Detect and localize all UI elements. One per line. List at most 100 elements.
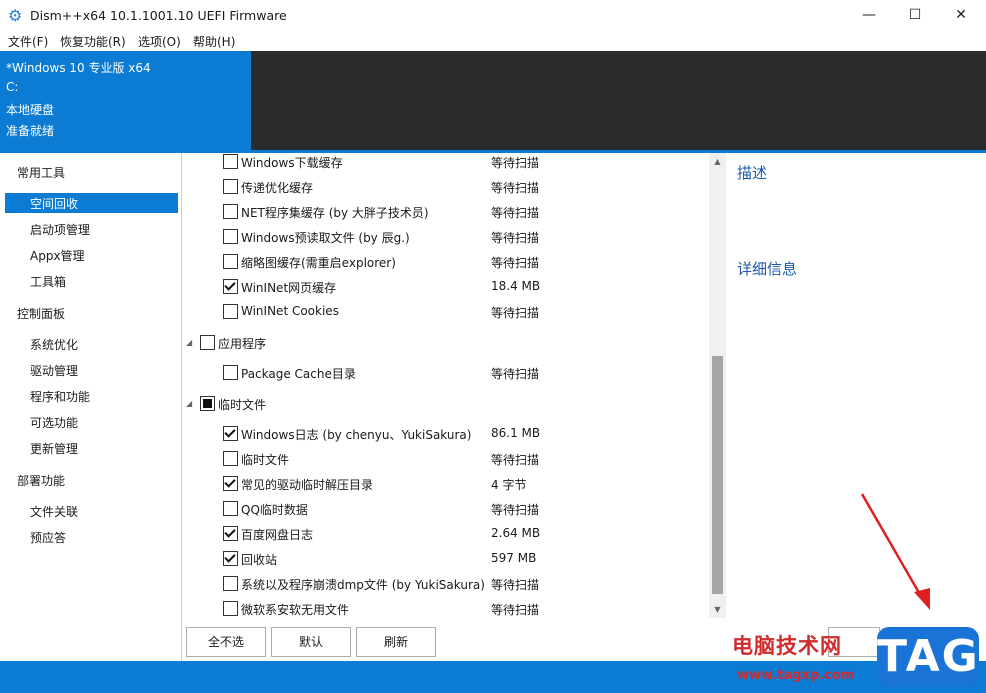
item-label: Windows预读取文件 (by 辰g.) — [241, 231, 410, 245]
item-label: 百度网盘日志 — [241, 528, 314, 542]
list-item[interactable]: WinINet网页缓存 18.4 MB — [182, 274, 709, 299]
list-item[interactable]: 回收站 597 MB — [182, 546, 709, 571]
close-button[interactable]: ✕ — [938, 0, 984, 31]
item-label: Package Cache目录 — [241, 367, 356, 381]
sidebar-section-deploy[interactable]: 部署功能 — [17, 472, 65, 489]
sidebar-item-startup[interactable]: 启动项管理 — [30, 221, 90, 238]
item-checkbox[interactable] — [223, 304, 238, 319]
sidebar-section-control-panel[interactable]: 控制面板 — [17, 305, 65, 322]
item-status: 等待扫描 — [491, 206, 540, 220]
sidebar-item-unattend[interactable]: 预应答 — [30, 529, 66, 546]
list-item[interactable]: NET程序集缓存 (by 大胖子技术员) 等待扫描 — [182, 199, 709, 224]
scroll-down-arrow[interactable]: ▼ — [709, 603, 726, 617]
sidebar-item-toolbox[interactable]: 工具箱 — [30, 273, 66, 290]
sidebar-item-space-cleanup[interactable]: 空间回收 — [30, 195, 78, 212]
arrow-shaft — [860, 493, 924, 599]
item-checkbox[interactable] — [223, 551, 238, 566]
item-checkbox[interactable] — [223, 501, 238, 516]
triangle-down-icon[interactable]: ◢ — [186, 399, 192, 408]
item-checkbox[interactable] — [223, 229, 238, 244]
menu-options[interactable]: 选项(O) — [138, 33, 181, 50]
scroll-thumb[interactable] — [712, 356, 723, 594]
list-item[interactable]: 常见的驱动临时解压目录 4 字节 — [182, 471, 709, 496]
item-label: WinINet网页缓存 — [241, 281, 337, 295]
item-status: 4 字节 — [491, 478, 527, 492]
os-label: *Windows 10 专业版 x64 — [6, 61, 151, 75]
item-status: 18.4 MB — [491, 279, 541, 293]
item-checkbox[interactable] — [223, 601, 238, 616]
item-label: NET程序集缓存 (by 大胖子技术员) — [241, 206, 429, 220]
list-item[interactable]: 微软系安软无用文件 等待扫描 — [182, 596, 709, 618]
sidebar-item-system-optimize[interactable]: 系统优化 — [30, 336, 78, 353]
item-status: 等待扫描 — [491, 503, 540, 517]
list-item[interactable]: 系统以及程序崩溃dmp文件 (by YukiSakura) 等待扫描 — [182, 571, 709, 596]
item-label: 常见的驱动临时解压目录 — [241, 478, 374, 492]
item-checkbox[interactable] — [223, 426, 238, 441]
item-status: 等待扫描 — [491, 578, 540, 592]
item-label: Windows下载缓存 — [241, 156, 343, 170]
refresh-button[interactable]: 刷新 — [356, 627, 436, 657]
minimize-button[interactable]: — — [846, 0, 892, 31]
item-checkbox[interactable] — [223, 179, 238, 194]
list-item[interactable]: Windows预读取文件 (by 辰g.) 等待扫描 — [182, 224, 709, 249]
list-item[interactable]: Package Cache目录 等待扫描 — [182, 360, 709, 385]
sidebar — [0, 153, 182, 661]
triangle-down-icon[interactable]: ◢ — [186, 338, 192, 347]
watermark-site-name: 电脑技术网 — [732, 634, 842, 658]
scroll-up-arrow[interactable]: ▲ — [709, 155, 726, 169]
list-item[interactable]: 临时文件 等待扫描 — [182, 446, 709, 471]
maximize-button[interactable]: ☐ — [892, 0, 938, 31]
menu-restore[interactable]: 恢复功能(R) — [60, 33, 126, 50]
item-status: 2.64 MB — [491, 526, 541, 540]
item-checkbox[interactable] — [223, 526, 238, 541]
item-checkbox[interactable] — [223, 576, 238, 591]
watermark-url: www.tagxp.com — [737, 668, 855, 683]
group-row[interactable]: ◢ 应用程序 — [182, 330, 709, 355]
list-item[interactable]: 传递优化缓存 等待扫描 — [182, 174, 709, 199]
item-label: 传递优化缓存 — [241, 181, 314, 195]
list-item[interactable]: Windows下载缓存 等待扫描 — [182, 153, 709, 174]
item-checkbox[interactable] — [223, 451, 238, 466]
sidebar-item-optional-features[interactable]: 可选功能 — [30, 414, 78, 431]
details-heading: 详细信息 — [737, 260, 798, 278]
menu-file[interactable]: 文件(F) — [8, 33, 48, 50]
describe-heading: 描述 — [737, 164, 768, 182]
item-label: 临时文件 — [241, 453, 290, 467]
item-checkbox[interactable] — [223, 476, 238, 491]
list-item[interactable]: 百度网盘日志 2.64 MB — [182, 521, 709, 546]
sidebar-item-programs[interactable]: 程序和功能 — [30, 388, 90, 405]
header-area — [251, 51, 986, 150]
item-checkbox[interactable] — [200, 396, 215, 411]
item-status: 597 MB — [491, 551, 537, 565]
item-checkbox[interactable] — [200, 335, 215, 350]
sidebar-item-updates[interactable]: 更新管理 — [30, 440, 78, 457]
sidebar-section-common-tools[interactable]: 常用工具 — [17, 164, 65, 181]
list-item[interactable]: 缩略图缓存(需重启explorer) 等待扫描 — [182, 249, 709, 274]
item-checkbox[interactable] — [223, 204, 238, 219]
item-label: 临时文件 — [218, 398, 267, 412]
group-row[interactable]: ◢ 临时文件 — [182, 391, 709, 416]
item-label: QQ临时数据 — [241, 503, 308, 517]
cleanup-list[interactable]: Windows下载缓存 等待扫描 传递优化缓存 等待扫描 NET程序集缓存 (by 大胖… — [182, 153, 709, 618]
list-item[interactable]: QQ临时数据 等待扫描 — [182, 496, 709, 521]
list-item[interactable]: WinINet Cookies 等待扫描 — [182, 299, 709, 324]
default-button[interactable]: 默认 — [271, 627, 351, 657]
item-label: WinINet Cookies — [241, 304, 339, 318]
menu-help[interactable]: 帮助(H) — [193, 33, 235, 50]
status-label: 准备就绪 — [6, 124, 55, 138]
list-item[interactable]: Windows日志 (by chenyu、YukiSakura) 86.1 MB — [182, 421, 709, 446]
item-status: 等待扫描 — [491, 306, 540, 320]
deselect-all-button[interactable]: 全不选 — [186, 627, 266, 657]
item-label: Windows日志 (by chenyu、YukiSakura) — [241, 428, 472, 442]
sidebar-item-file-assoc[interactable]: 文件关联 — [30, 503, 78, 520]
item-checkbox[interactable] — [223, 154, 238, 169]
item-status: 等待扫描 — [491, 231, 540, 245]
item-label: 系统以及程序崩溃dmp文件 (by YukiSakura) — [241, 578, 485, 592]
item-checkbox[interactable] — [223, 254, 238, 269]
sidebar-item-appx[interactable]: Appx管理 — [30, 247, 85, 264]
item-checkbox[interactable] — [223, 365, 238, 380]
item-checkbox[interactable] — [223, 279, 238, 294]
sidebar-item-drivers[interactable]: 驱动管理 — [30, 362, 78, 379]
watermark-tag-logo: TAG — [877, 627, 979, 687]
item-label: 应用程序 — [218, 337, 267, 351]
